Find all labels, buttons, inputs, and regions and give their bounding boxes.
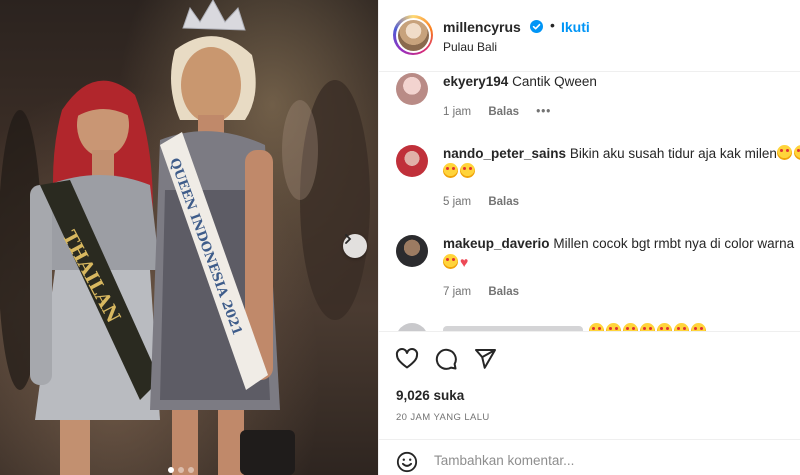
- comment-avatar[interactable]: [396, 235, 428, 267]
- post-side-panel: millencyrus • Ikuti Pulau Bali ekyery194…: [378, 0, 800, 475]
- star-eyes-emoji-icon: [460, 163, 475, 178]
- comment-body: Cantik Qween: [512, 74, 597, 89]
- comment-text-row: makeup_daverio Millen cocok bgt rmbt nya…: [443, 235, 794, 253]
- post-actions: 9,026 suka 20 JAM YANG LALU: [379, 331, 800, 475]
- reply-button[interactable]: Balas: [488, 286, 519, 298]
- comment-meta: 1 jam Balas •••: [443, 106, 565, 118]
- comment-time: 5 jam: [443, 196, 472, 208]
- avatar-image: [397, 19, 429, 51]
- star-eyes-emoji-icon: [691, 323, 706, 331]
- star-eyes-emoji-icon: [657, 323, 672, 331]
- carousel-indicators: [168, 467, 194, 473]
- star-eyes-emoji-icon: [589, 323, 604, 331]
- comment-avatar[interactable]: [396, 145, 428, 177]
- star-eyes-emoji-icon: [776, 145, 792, 160]
- avatar[interactable]: [393, 15, 433, 55]
- comment-avatar[interactable]: [396, 323, 428, 331]
- star-eyes-emoji-icon: [674, 323, 689, 331]
- comments-list[interactable]: ekyery194 Cantik Qween 1 jam Balas ••• n…: [379, 73, 800, 331]
- star-eyes-emoji-icon: [623, 323, 638, 331]
- carousel-dot: [188, 467, 194, 473]
- carousel-dot: [178, 467, 184, 473]
- comment-emoji-row: ♥: [443, 253, 468, 272]
- reply-button[interactable]: Balas: [488, 106, 519, 118]
- star-eyes-emoji-icon: [793, 145, 800, 160]
- comment-body: Bikin aku susah tidur aja kak milen: [569, 146, 777, 161]
- star-eyes-emoji-icon: [640, 323, 655, 331]
- comment-body: Millen cocok bgt rmbt nya di color warna: [553, 236, 795, 251]
- share-icon[interactable]: [473, 347, 497, 371]
- comment-emoji-row: [589, 323, 708, 331]
- comment-meta: 5 jam Balas: [443, 196, 533, 208]
- heart-emoji-icon: ♥: [460, 254, 469, 270]
- location-link[interactable]: Pulau Bali: [443, 40, 497, 54]
- comment-time: 1 jam: [443, 106, 472, 118]
- more-options-button[interactable]: •••: [536, 106, 551, 118]
- header-separator: •: [550, 17, 555, 33]
- comment-input[interactable]: [434, 449, 784, 471]
- comment-icon[interactable]: [434, 347, 458, 371]
- follow-button[interactable]: Ikuti: [561, 19, 590, 35]
- carousel-next-button[interactable]: [343, 234, 367, 258]
- comment-emoji-row: [443, 163, 477, 181]
- like-count[interactable]: 9,026 suka: [396, 388, 464, 403]
- verified-badge-icon: [530, 20, 543, 33]
- post-photo[interactable]: THAILAN QUEEN INDONESIA 2021: [0, 0, 378, 475]
- star-eyes-emoji-icon: [443, 163, 458, 178]
- comment-username[interactable]: makeup_daverio: [443, 236, 550, 251]
- star-eyes-emoji-icon: [606, 323, 621, 331]
- comment-text-row: nando_peter_sains Bikin aku susah tidur …: [443, 145, 800, 163]
- comment-text-row: ekyery194 Cantik Qween: [443, 73, 597, 91]
- chevron-right-icon: [345, 234, 352, 244]
- add-comment-bar: [379, 439, 800, 475]
- post-timestamp: 20 JAM YANG LALU: [396, 412, 490, 423]
- carousel-dot: [168, 467, 174, 473]
- comment-time: 7 jam: [443, 286, 472, 298]
- username-link[interactable]: millencyrus: [443, 19, 521, 35]
- comment-username[interactable]: ekyery194: [443, 74, 508, 89]
- comment-avatar[interactable]: [396, 73, 428, 105]
- reply-button[interactable]: Balas: [488, 196, 519, 208]
- comment-meta: 7 jam Balas: [443, 286, 533, 298]
- heart-icon[interactable]: [395, 347, 419, 371]
- star-eyes-emoji-icon: [443, 254, 458, 269]
- post-header: millencyrus • Ikuti Pulau Bali: [379, 0, 800, 72]
- photo-illustration: THAILAN QUEEN INDONESIA 2021: [0, 0, 370, 475]
- comment-username[interactable]: nando_peter_sains: [443, 146, 566, 161]
- emoji-icon[interactable]: [396, 451, 418, 473]
